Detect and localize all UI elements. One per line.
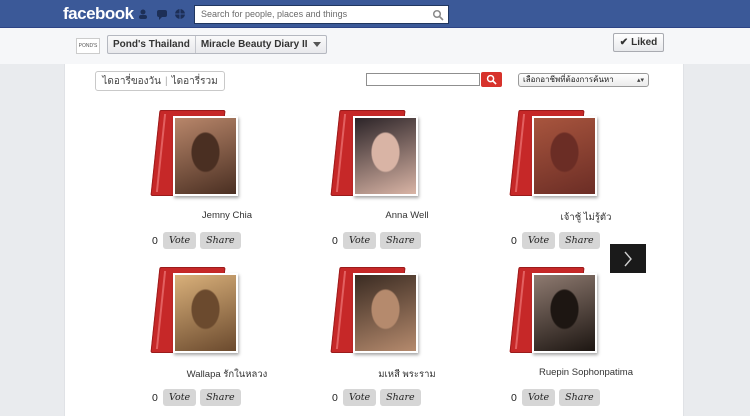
friend-requests-icon[interactable]: [137, 8, 149, 20]
entry-photo[interactable]: [173, 273, 238, 353]
entry-photo-image: [175, 118, 236, 194]
tab-today[interactable]: ไดอารี่ของวัน: [102, 74, 161, 89]
tab-all[interactable]: ไดอารี่รวม: [172, 74, 218, 89]
vote-button[interactable]: Vote: [522, 389, 556, 406]
page-thumbnail[interactable]: POND'S: [76, 38, 100, 54]
entry-photo-image: [355, 118, 416, 194]
entry-photo-image: [534, 118, 595, 194]
diary-entry-card[interactable]: Ruepin Sophonpatima 0 Vote Share: [509, 267, 659, 416]
entry-photo[interactable]: [532, 273, 597, 353]
top-bar: facebook Search for people, places and t…: [0, 0, 750, 28]
diary-tabs: ไดอารี่ของวัน | ไดอารี่รวม: [95, 71, 225, 91]
vote-count: 0: [152, 234, 158, 247]
breadcrumb-page[interactable]: Pond's Thailand: [108, 36, 195, 53]
entry-name: มเหสี พระราม: [378, 369, 436, 380]
diary-entry-card[interactable]: มเหสี พระราม 0 Vote Share: [330, 267, 480, 416]
entry-name: Ruepin Sophonpatima: [538, 367, 633, 378]
entry-photo-image: [534, 275, 595, 351]
entry-photo-image: [175, 275, 236, 351]
vote-button[interactable]: Vote: [343, 389, 377, 406]
vote-count: 0: [152, 391, 158, 404]
vote-count: 0: [332, 391, 338, 404]
checkmark-icon: ✔: [619, 37, 629, 48]
next-page-button[interactable]: [610, 244, 646, 273]
vote-bar: 0 Vote Share: [332, 232, 421, 249]
share-button[interactable]: Share: [380, 389, 421, 406]
entry-name: เจ้าชู้ ไม่รู้ตัว: [560, 212, 612, 223]
facebook-logo[interactable]: facebook: [63, 4, 134, 24]
entry-photo-image: [355, 275, 416, 351]
occupation-select[interactable]: เลือกอาชีพที่ต้องการค้นหา ▴▾: [518, 73, 649, 87]
vote-button[interactable]: Vote: [163, 389, 197, 406]
entry-photo[interactable]: [532, 116, 597, 196]
liked-label: Liked: [631, 37, 658, 48]
diary-entry-card[interactable]: เจ้าชู้ ไม่รู้ตัว 0 Vote Share: [509, 110, 659, 260]
vote-count: 0: [332, 234, 338, 247]
entry-name: Anna Well: [385, 210, 429, 221]
occupation-select-value: เลือกอาชีพที่ต้องการค้นหา: [523, 75, 614, 84]
vote-button[interactable]: Vote: [522, 232, 556, 249]
share-button[interactable]: Share: [200, 389, 241, 406]
chevron-right-icon: [624, 251, 632, 267]
entry-photo[interactable]: [353, 116, 418, 196]
share-button[interactable]: Share: [200, 232, 241, 249]
search-icon: [486, 74, 497, 85]
entry-photo[interactable]: [353, 273, 418, 353]
vote-bar: 0 Vote Share: [152, 389, 241, 406]
vote-button[interactable]: Vote: [343, 232, 377, 249]
vote-count: 0: [511, 234, 517, 247]
diary-entry-card[interactable]: Anna Well 0 Vote Share: [330, 110, 480, 260]
facebook-search-input[interactable]: Search for people, places and things: [194, 5, 449, 24]
chevron-down-icon[interactable]: [312, 42, 321, 47]
notifications-globe-icon[interactable]: [174, 8, 186, 20]
vote-count: 0: [511, 391, 517, 404]
vote-bar: 0 Vote Share: [511, 232, 600, 249]
share-button[interactable]: Share: [380, 232, 421, 249]
liked-button[interactable]: ✔ Liked: [613, 33, 664, 52]
diary-entry-card[interactable]: Wallapa รักในหลวง 0 Vote Share: [150, 267, 300, 416]
vote-button[interactable]: Vote: [163, 232, 197, 249]
vote-bar: 0 Vote Share: [152, 232, 241, 249]
breadcrumb: Pond's Thailand Miracle Beauty Diary II: [107, 35, 327, 54]
vote-bar: 0 Vote Share: [332, 389, 421, 406]
diary-search-input[interactable]: [366, 73, 480, 86]
tab-divider: |: [165, 75, 168, 87]
messages-icon[interactable]: [156, 8, 168, 20]
diary-entry-card[interactable]: Jemny Chia 0 Vote Share: [150, 110, 300, 260]
diary-search-button[interactable]: [481, 72, 502, 87]
select-arrows-icon: ▴▾: [636, 77, 644, 84]
share-button[interactable]: Share: [559, 232, 600, 249]
share-button[interactable]: Share: [559, 389, 600, 406]
search-placeholder: Search for people, places and things: [201, 9, 348, 19]
entry-name: Wallapa รักในหลวง: [186, 369, 268, 380]
vote-bar: 0 Vote Share: [511, 389, 600, 406]
entry-photo[interactable]: [173, 116, 238, 196]
search-icon[interactable]: [432, 9, 444, 21]
entry-name: Jemny Chia: [201, 210, 253, 221]
breadcrumb-app[interactable]: Miracle Beauty Diary II: [194, 36, 313, 53]
